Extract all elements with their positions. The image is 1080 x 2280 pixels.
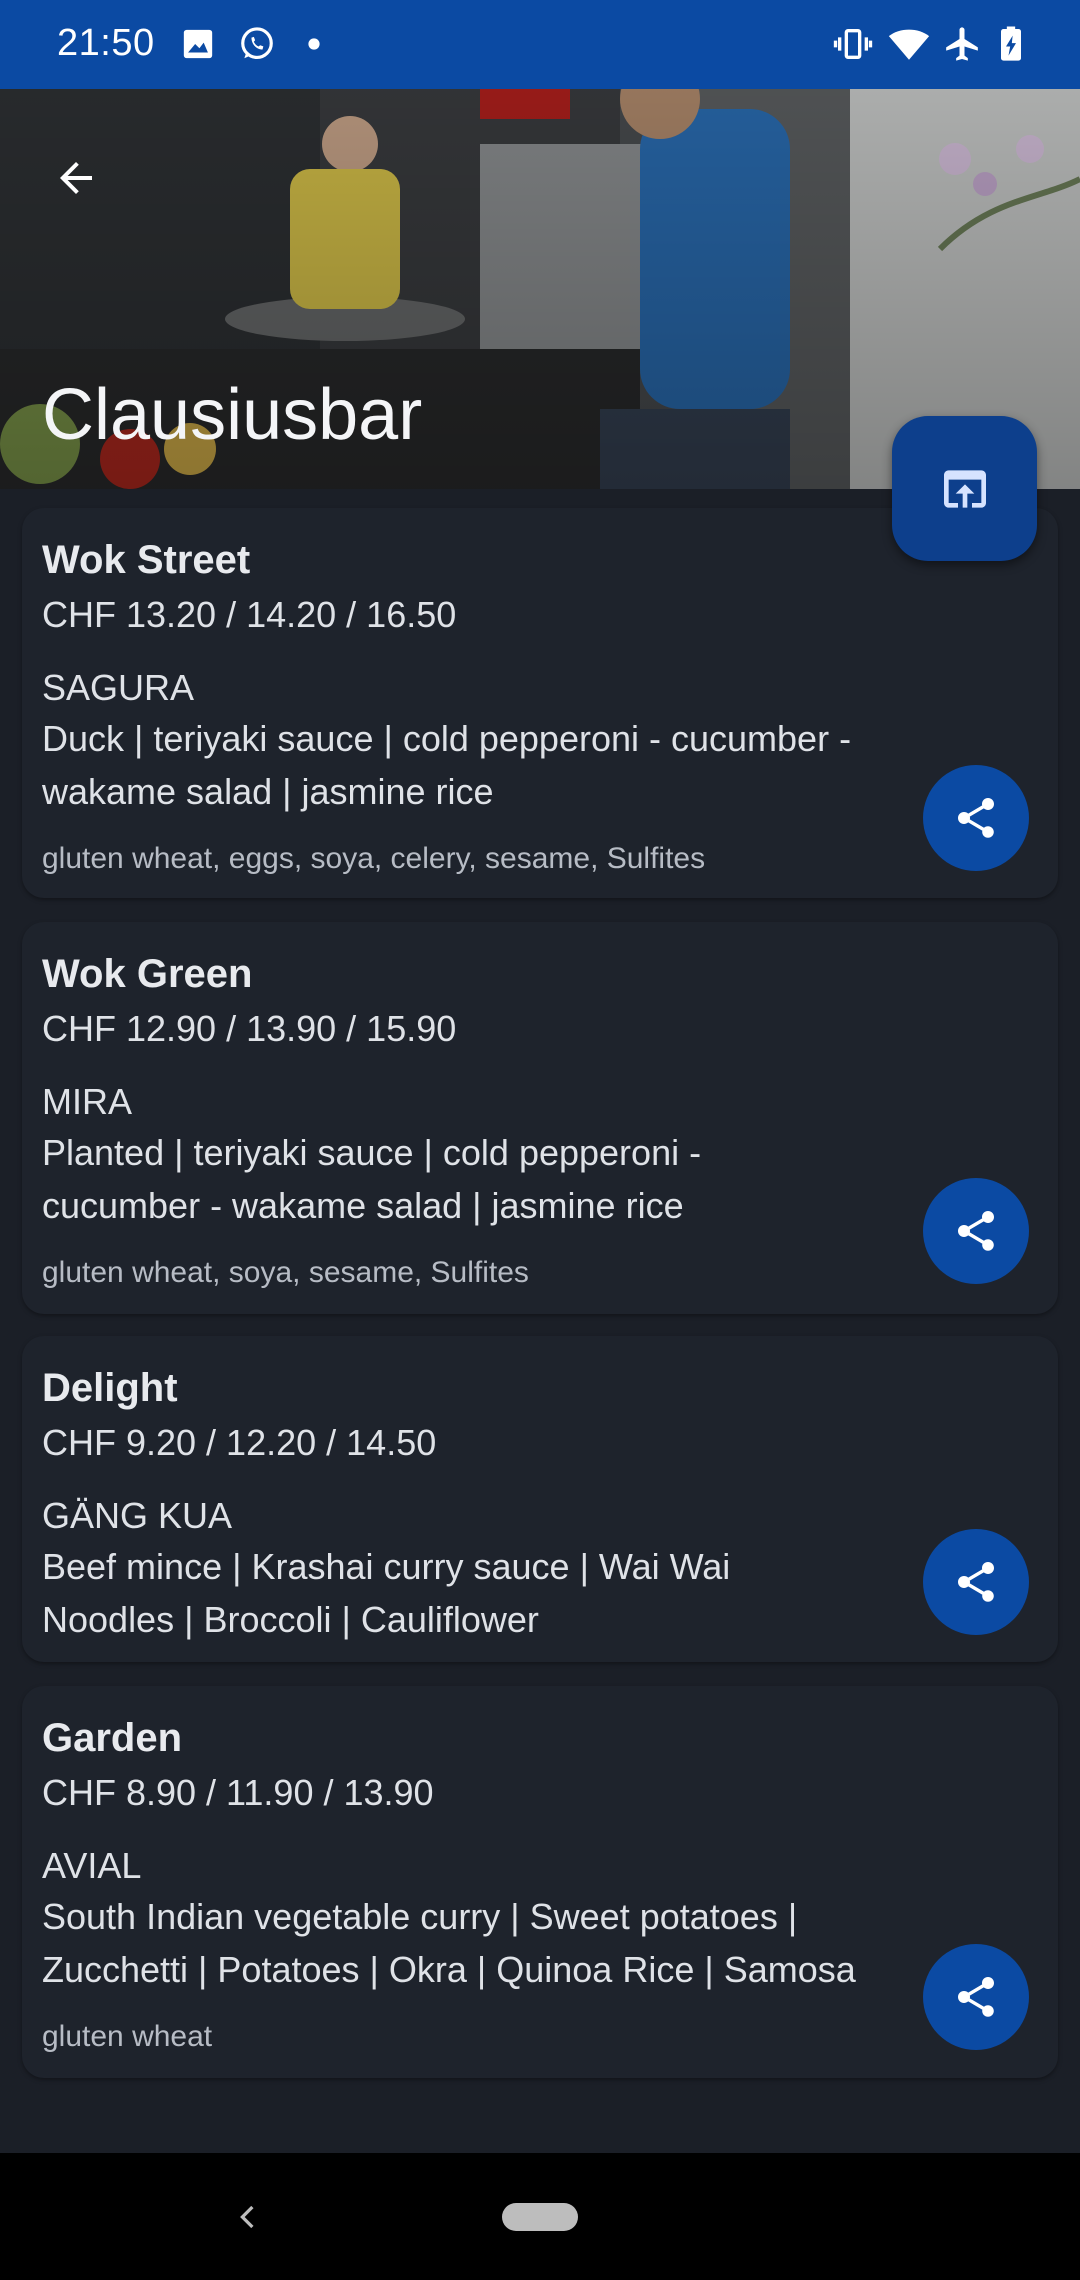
share-button[interactable] [923,1178,1029,1284]
system-navigation-bar [0,2153,1080,2280]
menu-dish-title: AVIAL [42,1845,142,1886]
menu-allergens: gluten wheat [42,2020,213,2053]
menu-price: CHF 12.90 / 13.90 / 15.90 [42,1008,457,1049]
menu-dish-title: MIRA [42,1081,132,1122]
share-button[interactable] [923,1529,1029,1635]
share-button[interactable] [923,765,1029,871]
battery-charging-icon [987,20,1035,68]
share-icon [958,1211,994,1251]
dot-icon [290,20,338,68]
menu-description: South Indian vegetable curry | Sweet pot… [42,1896,856,1990]
menu-line-name: Wok Green [42,952,253,996]
menu-description: Beef mince | Krashai curry sauce | Wai W… [42,1546,731,1640]
share-button[interactable] [923,1944,1029,2050]
home-handle[interactable] [502,2203,578,2231]
menu-dish-title: GÄNG KUA [42,1495,233,1536]
wifi-icon [885,20,933,68]
chevron-left-icon [240,2205,254,2229]
share-icon [958,1977,994,2017]
image-icon [174,20,222,68]
menu-line-name: Delight [42,1366,178,1410]
menu-card: Wok Street CHF 13.20 / 14.20 / 16.50 SAG… [22,508,1058,898]
menu-card: Delight CHF 9.20 / 12.20 / 14.50 GÄNG KU… [22,1336,1058,1662]
open-external-button[interactable] [892,416,1037,561]
airplane-icon [938,20,986,68]
menu-dish-title: SAGURA [42,667,195,708]
menu-price: CHF 13.20 / 14.20 / 16.50 [42,594,457,635]
arrow-left-icon [60,162,92,194]
share-icon [958,1562,994,1602]
status-bar: 21:50 [0,0,1080,89]
menu-allergens: gluten wheat, soya, sesame, Sulfites [42,1256,529,1289]
menu-line-name: Wok Street [42,538,251,582]
menu-card: Garden CHF 8.90 / 11.90 / 13.90 AVIAL So… [22,1686,1058,2078]
menu-price: CHF 8.90 / 11.90 / 13.90 [42,1772,434,1813]
page-title: Clausiusbar [42,375,423,455]
back-button[interactable] [40,142,112,214]
whatsapp-icon [233,20,281,68]
menu-description: Duck | teriyaki sauce | cold pepperoni -… [42,718,852,812]
menu-card: Wok Green CHF 12.90 / 13.90 / 15.90 MIRA… [22,922,1058,1314]
share-icon [958,798,994,838]
open-in-browser-icon [943,469,986,508]
menu-line-name: Garden [42,1716,183,1760]
vibrate-icon [829,20,877,68]
status-time: 21:50 [57,22,155,64]
menu-allergens: gluten wheat, eggs, soya, celery, sesame… [42,842,706,875]
nav-back-button[interactable] [224,2193,272,2241]
menu-price: CHF 9.20 / 12.20 / 14.50 [42,1422,437,1463]
menu-description: Planted | teriyaki sauce | cold pepperon… [42,1132,702,1226]
